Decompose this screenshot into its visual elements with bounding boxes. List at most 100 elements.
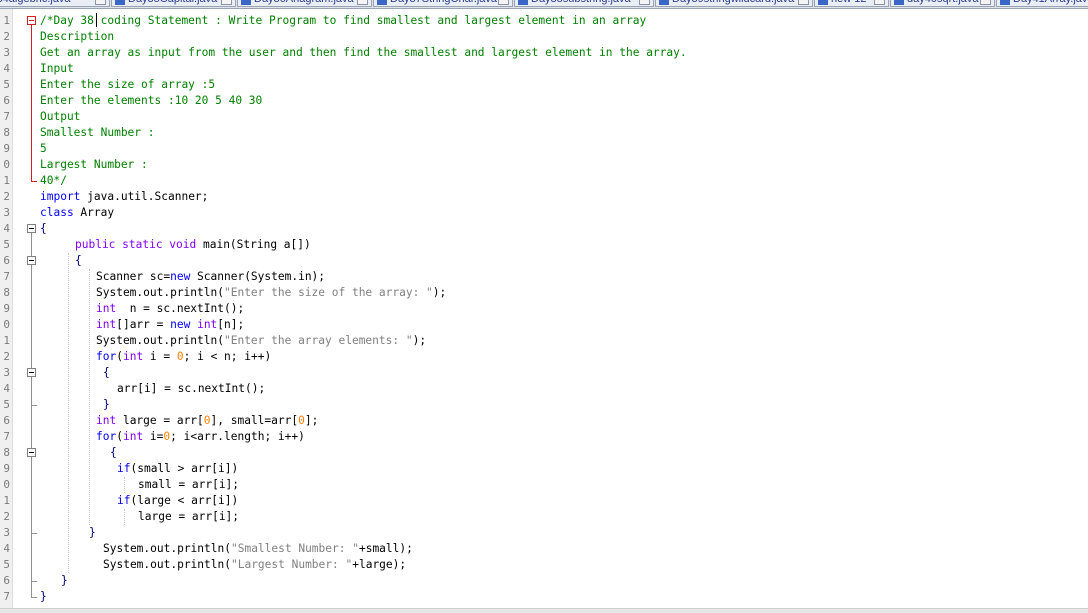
- code-token: Scanner sc=: [96, 270, 171, 283]
- file-tab[interactable]: Day36Anagram.java×: [237, 0, 372, 7]
- code-token: main(String a[]): [196, 238, 311, 251]
- close-tab-icon[interactable]: ×: [357, 0, 368, 5]
- file-tab[interactable]: Day41Array.java×: [996, 0, 1088, 7]
- line-number: 8: [3, 286, 10, 299]
- code-token: import: [40, 190, 81, 203]
- file-icon: [894, 0, 904, 5]
- code-token: {: [40, 222, 47, 235]
- line-number: 0: [3, 478, 10, 491]
- code-line: Enter the size of array :5: [40, 77, 215, 93]
- close-tab-icon[interactable]: ×: [980, 0, 991, 5]
- code-line: int large = arr[0], small=arr[0];: [96, 413, 318, 429]
- fold-end-marker: [31, 181, 37, 182]
- code-line: 40*/: [40, 173, 67, 189]
- line-number: 6: [3, 254, 10, 267]
- code-token: 40*/: [40, 174, 67, 187]
- line-number: 3: [3, 206, 10, 219]
- code-line: }: [103, 397, 110, 413]
- code-line: 5: [40, 141, 47, 157]
- line-number-gutter: 1 2 3 4 5 6 7 8 9 0 1 2 3 4 5 6 7 8 9 0 1 2 3 4 5 6 7 8 9 0 1 2 3 4 5 6 7: [0, 9, 13, 612]
- code-token: [n];: [217, 318, 245, 331]
- code-token: i=: [143, 430, 164, 443]
- file-tab[interactable]: day40sqrt.java×: [890, 0, 995, 7]
- fold-collapse-icon[interactable]: [27, 256, 36, 265]
- code-token: for: [96, 350, 117, 363]
- code-line: import java.util.Scanner;: [40, 189, 208, 205]
- code-line: if(large < arr[i]): [117, 493, 238, 509]
- line-number: 2: [3, 350, 10, 363]
- file-tab[interactable]: Day35Capital.java×: [111, 0, 236, 7]
- fold-collapse-icon[interactable]: [27, 224, 36, 233]
- indent-guide: [68, 253, 69, 573]
- code-line: Largest Number :: [40, 157, 148, 173]
- line-number: 9: [3, 142, 10, 155]
- file-tab[interactable]: Day39stringwildcard.java×: [655, 0, 813, 7]
- code-token: small = arr[i];: [138, 478, 240, 491]
- file-tab[interactable]: Day34algebric.java ×: [0, 0, 110, 7]
- code-token: int: [96, 302, 117, 315]
- code-token: ; i < n; i++): [183, 350, 272, 363]
- file-tab-label: Day35Capital.java: [128, 0, 233, 5]
- code-line: Enter the elements :10 20 5 40 30: [40, 93, 262, 109]
- close-tab-icon[interactable]: ×: [221, 0, 232, 5]
- code-line: small = arr[i];: [138, 477, 239, 493]
- close-tab-icon[interactable]: ×: [639, 0, 650, 5]
- code-line: {: [110, 445, 117, 461]
- fold-collapse-icon[interactable]: [27, 368, 36, 377]
- line-number: 1: [3, 494, 10, 507]
- fold-collapse-icon[interactable]: [27, 16, 36, 25]
- file-tab[interactable]: Day38substring.java×: [514, 0, 654, 7]
- code-line: if(small > arr[i]): [117, 461, 238, 477]
- code-token: );: [412, 334, 427, 347]
- line-number: 0: [3, 158, 10, 171]
- fold-guide-line: [31, 233, 32, 597]
- file-tab-label: Day41Array.java: [1013, 0, 1088, 5]
- line-number: 7: [3, 110, 10, 123]
- code-line: class Array: [40, 205, 114, 221]
- file-tab[interactable]: new 12×: [814, 0, 889, 7]
- line-number: 2: [3, 190, 10, 203]
- close-tab-icon[interactable]: ×: [798, 0, 809, 5]
- code-token: );: [432, 286, 447, 299]
- code-token: 0: [298, 414, 305, 427]
- horizontal-scrollbar[interactable]: [0, 608, 1088, 613]
- close-tab-icon[interactable]: ×: [95, 0, 106, 5]
- line-number: 6: [3, 414, 10, 427]
- code-line: System.out.println("Smallest Number: "+s…: [103, 541, 413, 557]
- code-token: System.out.println(: [96, 334, 224, 347]
- file-icon: [818, 0, 828, 5]
- code-line: for(int i = 0; i < n; i++): [96, 349, 271, 365]
- code-line: }: [61, 573, 68, 589]
- code-token: +large);: [352, 558, 407, 571]
- line-number: 4: [3, 222, 10, 235]
- code-line: }: [89, 525, 96, 541]
- file-tab-bar: Day34algebric.java×Day35Capital.java×Day…: [0, 0, 1088, 9]
- file-tab[interactable]: Day37StringChar.java×: [373, 0, 513, 7]
- code-line: public static void main(String a[]): [75, 237, 311, 253]
- code-token: 0: [203, 414, 211, 427]
- file-tab-label: Day39stringwildcard.java: [672, 0, 810, 5]
- code-token: {: [103, 366, 110, 379]
- code-token: System.out.println(: [96, 286, 224, 299]
- code-line: for(int i=0; i<arr.length; i++): [96, 429, 305, 445]
- code-token: int: [122, 350, 144, 363]
- close-tab-icon[interactable]: ×: [874, 0, 885, 5]
- code-token: (small > arr[i]): [130, 462, 239, 475]
- line-number: 7: [3, 590, 10, 603]
- fold-end-marker: [31, 405, 37, 406]
- code-token: Largest Number :: [40, 158, 148, 171]
- file-icon: [115, 0, 125, 5]
- close-tab-icon[interactable]: ×: [498, 0, 509, 5]
- code-token: (: [116, 430, 123, 443]
- code-token: "Enter the array elements: ": [223, 334, 413, 347]
- code-line: /*Day 38 coding Statement : Write Progra…: [40, 13, 646, 29]
- file-icon: [377, 0, 387, 5]
- code-token: new: [170, 270, 191, 283]
- code-line: arr[i] = sc.nextInt();: [117, 381, 265, 397]
- code-line: int[]arr = new int[n];: [96, 317, 244, 333]
- code-token: 0: [176, 350, 184, 363]
- fold-end-marker: [31, 597, 37, 598]
- line-number: 4: [3, 62, 10, 75]
- fold-collapse-icon[interactable]: [27, 448, 36, 457]
- code-token: if: [117, 494, 131, 507]
